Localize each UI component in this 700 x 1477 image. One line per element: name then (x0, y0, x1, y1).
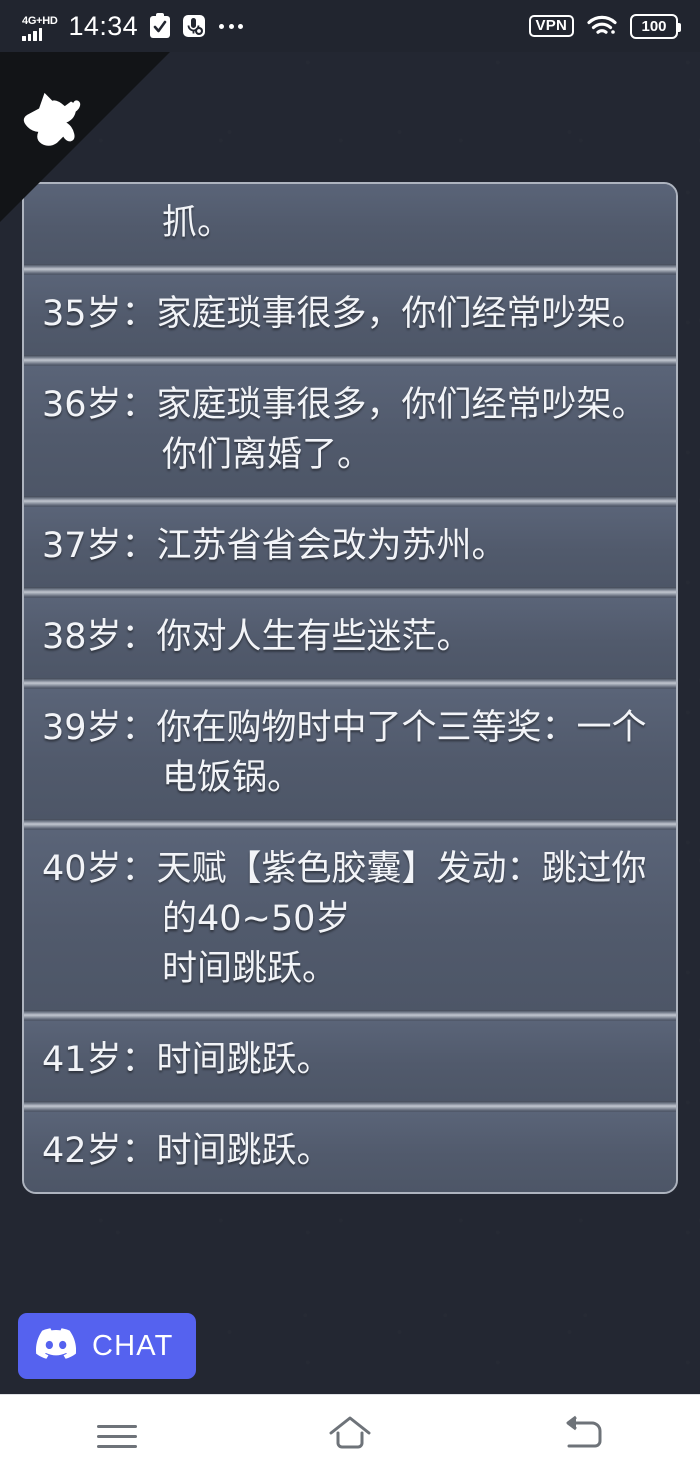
life-log-row[interactable]: 40岁：天赋【紫色胶囊】发动：跳过你的40~50岁 时间跳跃。 (24, 830, 676, 1010)
life-log-row[interactable]: 38岁：你对人生有些迷茫。 (24, 598, 676, 678)
row-separator (24, 1101, 676, 1112)
status-bar-clock: 14:34 (68, 10, 139, 41)
life-log-row-text: 36岁：家庭琐事很多，你们经常吵架。 你们离婚了。 (42, 385, 647, 475)
row-separator (24, 355, 676, 366)
life-log-row[interactable]: 41岁：时间跳跃。 (24, 1021, 676, 1101)
row-separator (24, 496, 676, 507)
menu-recents-icon (96, 1424, 137, 1448)
android-nav-bar (0, 1394, 700, 1477)
back-icon (561, 1414, 605, 1459)
life-log-row-text: 41岁：时间跳跃。 (42, 1040, 332, 1080)
back-button[interactable] (523, 1395, 643, 1477)
battery-indicator: 100 (630, 13, 681, 39)
life-log-row[interactable]: 36岁：家庭琐事很多，你们经常吵架。 你们离婚了。 (24, 366, 676, 496)
life-log-row-text: 37岁：江苏省省会改为苏州。 (42, 526, 507, 566)
status-bar: 4G+HD 14:34 VPN 100 (0, 0, 700, 52)
row-separator (24, 264, 676, 275)
wifi-icon (587, 14, 617, 38)
life-log-row-text: 抓。 (162, 203, 233, 243)
life-log-row[interactable]: 42岁：时间跳跃。 (24, 1112, 676, 1192)
clipboard-check-icon (149, 13, 171, 39)
life-log-row[interactable]: 39岁：你在购物时中了个三等奖：一个电饭锅。 (24, 689, 676, 819)
vpn-badge: VPN (528, 15, 574, 37)
life-log-row-text: 39岁：你在购物时中了个三等奖：一个电饭锅。 (42, 708, 647, 798)
chat-button-label: CHAT (92, 1329, 174, 1362)
status-bar-right: VPN 100 (528, 13, 681, 39)
cellular-signal-icon: 4G+HD (22, 11, 58, 41)
home-icon (327, 1413, 373, 1460)
life-log-row-text: 42岁：时间跳跃。 (42, 1131, 332, 1171)
discord-chat-button[interactable]: CHAT (18, 1313, 196, 1379)
recents-button[interactable] (57, 1395, 177, 1477)
life-log-row-text: 40岁：天赋【紫色胶囊】发动：跳过你的40~50岁 时间跳跃。 (42, 849, 647, 989)
life-log-row-text: 35岁：家庭琐事很多，你们经常吵架。 (42, 294, 647, 334)
phone-screen: 4G+HD 14:34 VPN 100 抓。 35岁：家庭琐事很多，你们经常吵架… (0, 0, 700, 1477)
life-log-row-text: 38岁：你对人生有些迷茫。 (42, 617, 472, 657)
row-separator (24, 587, 676, 598)
life-log-row[interactable]: 抓。 (24, 184, 676, 264)
life-log-row[interactable]: 35岁：家庭琐事很多，你们经常吵架。 (24, 275, 676, 355)
mic-mute-icon (182, 13, 206, 39)
cat-logo-icon (23, 92, 81, 146)
discord-icon (35, 1328, 77, 1364)
status-bar-left: 4G+HD 14:34 (22, 10, 244, 41)
more-dots-icon (219, 23, 244, 29)
home-button[interactable] (290, 1395, 410, 1477)
row-separator (24, 678, 676, 689)
row-separator (24, 1010, 676, 1021)
battery-level-label: 100 (641, 17, 667, 35)
signal-bars (22, 28, 42, 41)
life-log-row[interactable]: 37岁：江苏省省会改为苏州。 (24, 507, 676, 587)
network-type-label: 4G+HD (22, 15, 58, 27)
row-separator (24, 819, 676, 830)
life-restart-log-list[interactable]: 抓。 35岁：家庭琐事很多，你们经常吵架。 36岁：家庭琐事很多，你们经常吵架。 你… (22, 182, 678, 1194)
